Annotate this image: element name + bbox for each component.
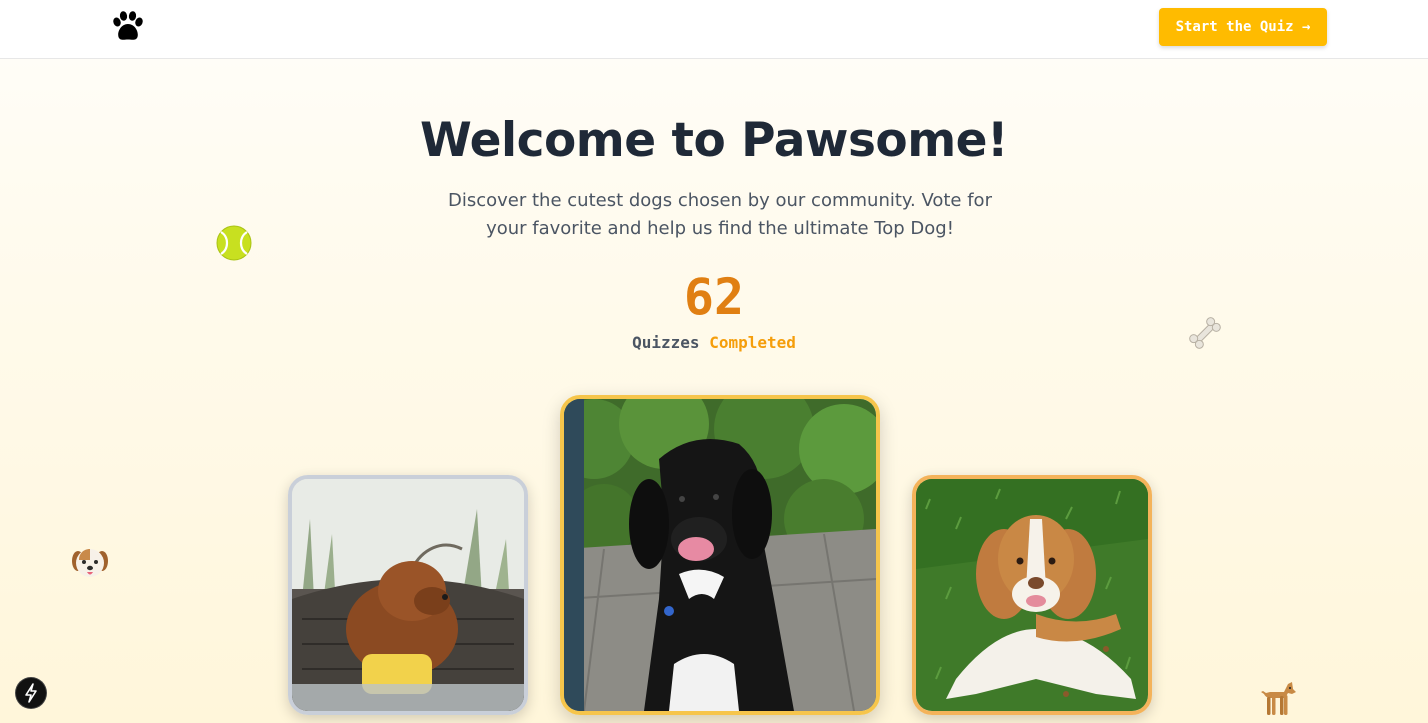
completed-word: Completed: [709, 333, 796, 352]
dog-card-right[interactable]: [912, 475, 1152, 715]
dog-card-center[interactable]: [560, 395, 880, 715]
quizzes-word: Quizzes: [632, 333, 700, 352]
black-dog-photo: [564, 399, 876, 711]
bone-icon: [1186, 314, 1224, 352]
lightning-icon[interactable]: [16, 678, 46, 708]
hero-subtitle: Discover the cutest dogs chosen by our c…: [448, 190, 992, 239]
dog-face-icon: [71, 544, 109, 582]
page-title: Welcome to Pawsome!: [419, 113, 1009, 168]
top-nav: Start the Quiz →: [0, 0, 1428, 59]
spaniel-photo: [916, 479, 1148, 711]
start-quiz-button[interactable]: Start the Quiz →: [1159, 8, 1327, 46]
dog-card-left[interactable]: [288, 475, 528, 715]
dog-icon: [1258, 680, 1298, 718]
poodle-photo: [292, 479, 524, 711]
paw-print-icon[interactable]: [110, 10, 146, 44]
tennis-ball-icon: [216, 225, 252, 261]
